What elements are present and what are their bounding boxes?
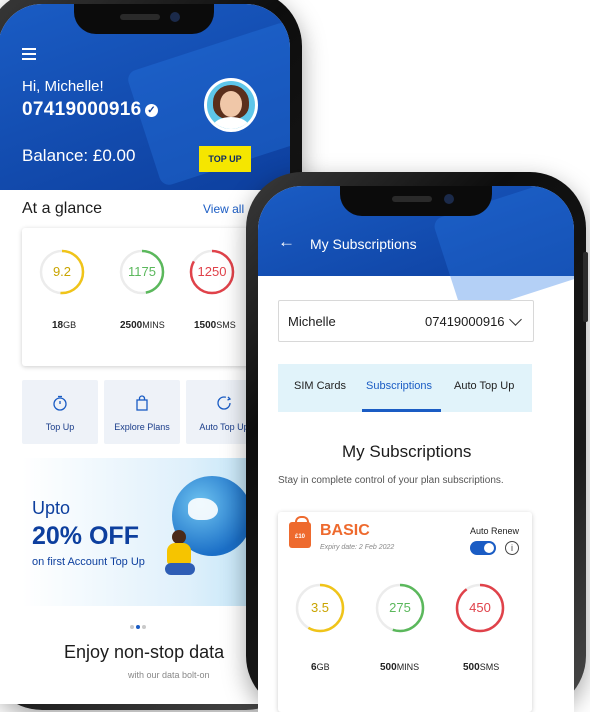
sms-allowance: 1500SMS — [194, 320, 236, 331]
greeting-text: Hi, Michelle! — [22, 78, 104, 95]
auto-renew-toggle[interactable] — [470, 541, 496, 555]
subscriptions-phone-mockup: ← My Subscriptions Michelle 07419000916 … — [246, 172, 588, 712]
usage-ring-value: 1175 — [128, 264, 156, 279]
plan-expiry: Expiry date: 2 Feb 2022 — [320, 544, 395, 551]
number-dropdown-icon[interactable]: ✓ — [145, 104, 158, 117]
sms-usage-ring: 1250 — [188, 248, 236, 296]
quick-action-top-up[interactable]: Top Up — [22, 380, 98, 444]
active-tab-indicator — [362, 409, 441, 412]
subscriptions-screen: ← My Subscriptions Michelle 07419000916 … — [258, 186, 574, 712]
section-description: Stay in complete control of your plan su… — [278, 475, 504, 486]
avatar[interactable] — [204, 78, 258, 132]
enjoy-heading: Enjoy non-stop data — [64, 642, 225, 662]
menu-icon[interactable] — [22, 48, 36, 63]
plan-minutes-ring: 275 — [374, 582, 426, 634]
quick-action-explore-plans[interactable]: Explore Plans — [104, 380, 180, 444]
at-a-glance-heading: At a glance — [22, 200, 103, 217]
auto-renew-label: Auto Renew — [470, 526, 520, 536]
data-allowance: 18GB — [52, 320, 77, 331]
account-name: Michelle — [288, 314, 336, 329]
plan-card[interactable]: £10 BASIC Expiry date: 2 Feb 2022 Auto R… — [278, 512, 532, 712]
data-usage-ring: 9.2 — [38, 248, 86, 296]
account-number: 07419000916 — [425, 314, 505, 329]
stopwatch-icon — [53, 395, 67, 411]
subscription-tabs: SIM Cards Subscriptions Auto Top Up — [278, 364, 532, 412]
page-title: My Subscriptions — [310, 236, 417, 252]
plan-minutes-allowance: 500MINS — [380, 662, 420, 673]
promo-subtext: on first Account Top Up — [32, 556, 145, 568]
usage-ring-value: 275 — [389, 600, 411, 615]
tab-sim-cards[interactable]: SIM Cards — [294, 380, 346, 392]
promo-upto: Upto — [32, 498, 71, 518]
minutes-allowance: 2500MINS — [120, 320, 165, 331]
shopping-bag-icon: £10 — [289, 516, 311, 548]
back-arrow-icon[interactable]: ← — [278, 232, 295, 252]
balance-text: Balance: £0.00 — [22, 146, 136, 165]
phone-side-button — [583, 252, 588, 322]
tab-subscriptions[interactable]: Subscriptions — [366, 380, 432, 392]
phone-notch — [340, 186, 492, 216]
usage-ring-value: 450 — [469, 600, 491, 615]
tab-auto-top-up[interactable]: Auto Top Up — [454, 380, 514, 392]
phone-number: 07419000916 — [22, 99, 142, 120]
quick-action-label: Top Up — [45, 422, 75, 432]
plan-sms-allowance: 500SMS — [463, 662, 500, 673]
phone-notch — [74, 4, 214, 34]
plan-data-allowance: 6GB — [311, 662, 330, 673]
carousel-indicator[interactable] — [130, 616, 148, 634]
enjoy-subtitle: with our data bolt-on — [128, 670, 210, 680]
quick-action-label: Explore Plans — [114, 422, 170, 432]
top-up-button[interactable]: TOP UP — [199, 146, 251, 172]
plan-data-ring: 3.5 — [294, 582, 346, 634]
usage-ring-value: 3.5 — [310, 600, 330, 615]
view-all-link[interactable]: View all — [203, 202, 244, 216]
account-selector[interactable]: Michelle 07419000916 — [278, 300, 534, 342]
shopping-bag-icon — [136, 395, 148, 411]
plan-price-tag: £10 — [294, 534, 305, 540]
usage-ring-value: 1250 — [197, 264, 227, 279]
plan-sms-ring: 450 — [454, 582, 506, 634]
promo-headline: 20% OFF — [32, 522, 139, 550]
plan-name: BASIC — [320, 522, 370, 539]
section-title: My Subscriptions — [342, 442, 472, 461]
minutes-usage-ring: 1175 — [118, 248, 166, 296]
person-illustration — [165, 530, 195, 578]
info-icon[interactable]: i — [505, 541, 519, 555]
chevron-down-icon — [509, 313, 522, 326]
auto-topup-icon — [217, 396, 232, 410]
usage-ring-value: 9.2 — [52, 264, 72, 279]
